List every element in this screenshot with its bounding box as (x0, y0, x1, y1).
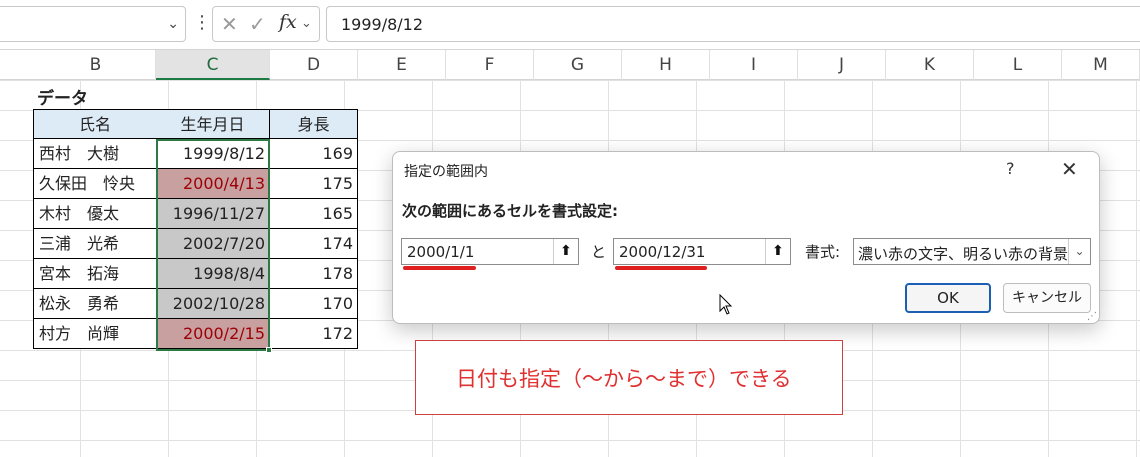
table-cell-birth[interactable]: 2000/4/13 (156, 169, 270, 199)
and-label: と (591, 243, 607, 261)
table-cell-name[interactable]: 西村 大樹 (33, 139, 157, 169)
excel-window: ⌄ ⋮ ✕ ✓ fx ⌄ 1999/8/12 BCDEFGHIJKLM データ … (0, 0, 1140, 457)
table-cell-height[interactable]: 170 (270, 289, 358, 319)
from-date-value: 2000/1/1 (407, 243, 475, 261)
column-header-k[interactable]: K (886, 50, 974, 80)
format-select[interactable]: 濃い赤の文字、明るい赤の背景 ⌄ (853, 238, 1091, 265)
column-header-f[interactable]: F (446, 50, 534, 80)
column-header-d[interactable]: D (270, 50, 358, 80)
table-header[interactable]: 生年月日 (156, 109, 270, 139)
column-header-j[interactable]: J (798, 50, 886, 80)
chevron-down-icon[interactable]: ⌄ (1068, 239, 1090, 264)
column-header-m[interactable]: M (1062, 50, 1140, 80)
dialog-prompt: 次の範囲にあるセルを書式設定: (402, 202, 619, 220)
column-header-e[interactable]: E (358, 50, 446, 80)
table-cell-name[interactable]: 宮本 拓海 (33, 259, 157, 289)
range-select-icon[interactable]: ⬆ (553, 239, 578, 264)
mouse-cursor-icon (719, 294, 733, 315)
table-cell-name[interactable]: 三浦 光希 (33, 229, 157, 259)
table-cell-height[interactable]: 169 (270, 139, 358, 169)
close-button[interactable]: ✕ (1061, 157, 1078, 181)
table-cell-height[interactable]: 178 (270, 259, 358, 289)
from-date-input[interactable]: 2000/1/1 ⬆ (401, 238, 579, 265)
column-header-i[interactable]: I (710, 50, 798, 80)
column-header-b[interactable]: B (36, 50, 156, 80)
dialog-title: 指定の範囲内 (404, 164, 488, 180)
help-button[interactable]: ? (1006, 159, 1015, 178)
table-cell-name[interactable]: 木村 優太 (33, 199, 157, 229)
table-cell-name[interactable]: 松永 勇希 (33, 289, 157, 319)
name-box[interactable]: ⌄ (0, 6, 186, 42)
underline-marker (403, 266, 476, 270)
annotation-box: 日付も指定（～から～まで）できる (415, 340, 843, 415)
table-cell-birth[interactable]: 1996/11/27 (156, 199, 270, 229)
chevron-down-icon[interactable]: ⌄ (167, 16, 179, 32)
column-header-l[interactable]: L (974, 50, 1062, 80)
table-cell-name[interactable]: 久保田 怜央 (33, 169, 157, 199)
underline-marker (615, 266, 707, 270)
table-cell-height[interactable]: 175 (270, 169, 358, 199)
column-headers: BCDEFGHIJKLM (0, 50, 1140, 80)
resize-grip-icon[interactable]: ⋰ (1087, 311, 1097, 322)
column-header-c[interactable]: C (156, 50, 270, 80)
insert-function-icon[interactable]: fx (279, 11, 297, 33)
formula-input[interactable]: 1999/8/12 (326, 6, 1140, 42)
table-cell-name[interactable]: 村方 尚輝 (33, 319, 157, 349)
column-header-g[interactable]: G (534, 50, 622, 80)
table-cell-height[interactable]: 174 (270, 229, 358, 259)
table-header[interactable]: 身長 (270, 109, 358, 139)
cancel-button[interactable]: キャンセル (1003, 283, 1091, 313)
to-date-value: 2000/12/31 (619, 243, 706, 261)
cancel-icon[interactable]: ✕ (221, 12, 238, 36)
ok-button[interactable]: OK (905, 283, 991, 313)
annotation-text: 日付も指定（～から～まで）できる (456, 367, 792, 391)
range-select-icon[interactable]: ⬆ (765, 239, 790, 264)
format-select-value: 濃い赤の文字、明るい赤の背景 (858, 245, 1069, 263)
table-cell-height[interactable]: 165 (270, 199, 358, 229)
formula-bar: ⌄ ⋮ ✕ ✓ fx ⌄ 1999/8/12 (0, 0, 1140, 50)
table-cell-birth[interactable]: 1998/8/4 (156, 259, 270, 289)
table-cell-birth[interactable]: 2002/7/20 (156, 229, 270, 259)
table-cell-height[interactable]: 172 (270, 319, 358, 349)
fill-handle[interactable] (266, 347, 272, 353)
enter-icon[interactable]: ✓ (249, 12, 266, 36)
formula-buttons: ✕ ✓ fx ⌄ (212, 6, 320, 42)
table-cell-birth[interactable]: 2002/10/28 (156, 289, 270, 319)
table-header[interactable]: 氏名 (33, 109, 157, 139)
chevron-down-icon[interactable]: ⌄ (301, 16, 312, 31)
format-label: 書式: (805, 243, 841, 261)
table-cell-birth[interactable]: 2000/2/15 (156, 319, 270, 349)
between-dialog: 指定の範囲内 ? ✕ 次の範囲にあるセルを書式設定: 2000/1/1 ⬆ と … (392, 151, 1100, 324)
column-header-h[interactable]: H (622, 50, 710, 80)
more-options-icon[interactable]: ⋮ (193, 12, 211, 34)
table-cell-birth[interactable]: 1999/8/12 (156, 139, 270, 169)
to-date-input[interactable]: 2000/12/31 ⬆ (613, 238, 791, 265)
sheet-title: データ (37, 89, 88, 109)
